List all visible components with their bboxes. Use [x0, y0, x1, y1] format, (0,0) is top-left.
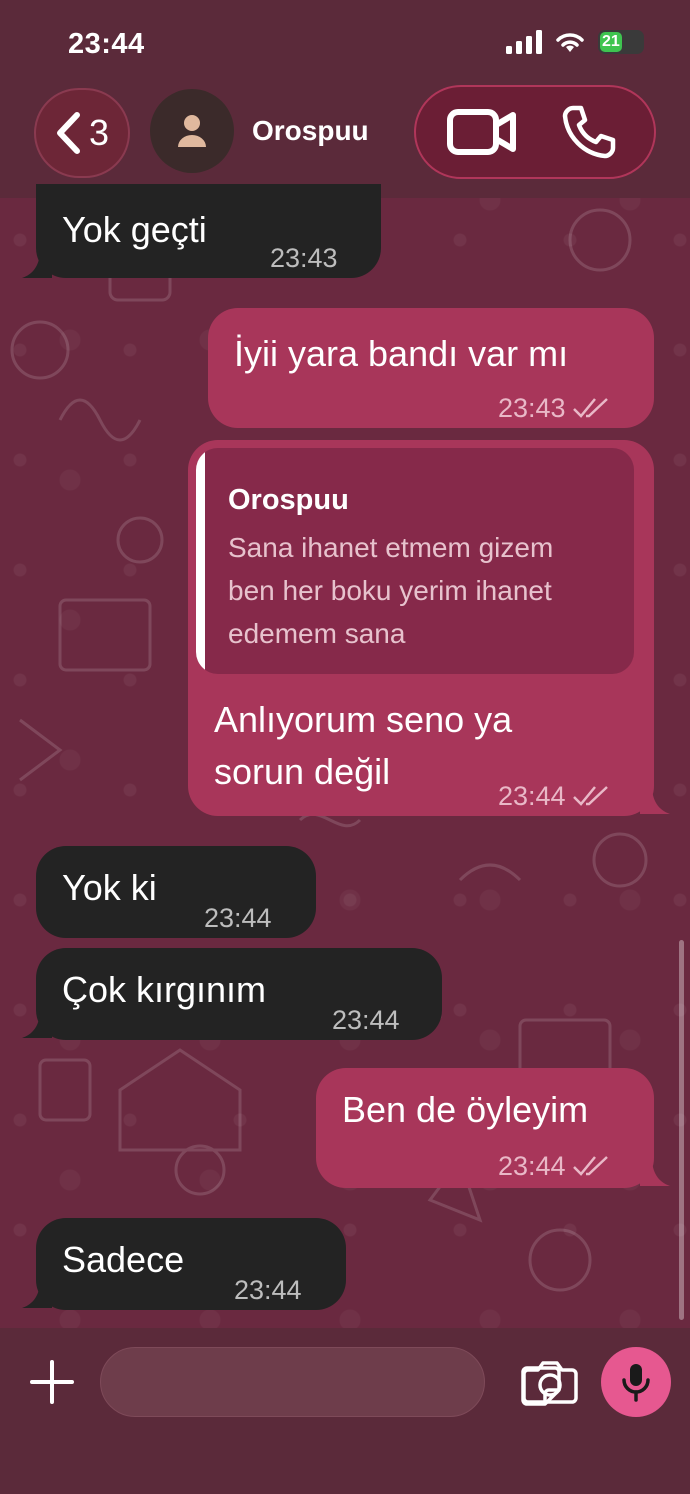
avatar[interactable]: [150, 89, 234, 173]
video-camera-icon: [446, 109, 516, 155]
message-text: İyii yara bandı var mı: [234, 333, 569, 374]
chevron-left-icon: [56, 112, 80, 154]
message-bubble-incoming[interactable]: Sadece 23:44: [36, 1218, 346, 1310]
message-bubble-outgoing[interactable]: İyii yara bandı var mı 23:43: [208, 308, 654, 428]
quoted-sender: Orospuu: [228, 484, 349, 516]
person-icon: [178, 115, 206, 147]
message-time: 23:44: [498, 1151, 566, 1181]
message-text: Çok kırgınım: [62, 969, 267, 1010]
message-bubble-outgoing[interactable]: Ben de öyleyim 23:44: [316, 1068, 654, 1188]
unread-count: 3: [88, 112, 110, 153]
bubble-tail: [22, 1010, 52, 1038]
message-time: 23:43: [498, 393, 566, 423]
status-bar: 23:44 21: [0, 0, 690, 80]
message-text: Sadece: [62, 1239, 185, 1280]
plus-icon[interactable]: [28, 1358, 76, 1406]
signal-icon: [506, 30, 542, 54]
bubble-tail: [22, 1280, 52, 1308]
message-bubble-incoming[interactable]: Çok kırgınım 23:44: [36, 948, 442, 1040]
quoted-message[interactable]: Orospuu Sana ihanet etmem gizem ben her …: [196, 448, 634, 674]
message-time: 23:44: [498, 781, 566, 811]
input-bar: [0, 1328, 690, 1494]
bubble-tail: [22, 250, 52, 278]
message-input-container: [100, 1347, 561, 1417]
read-receipt-icon: [572, 398, 608, 418]
microphone-icon: [622, 1364, 650, 1402]
wifi-icon: [556, 33, 584, 52]
quote-bar: [196, 448, 205, 674]
microphone-button[interactable]: [601, 1347, 671, 1417]
phone-icon: [562, 105, 615, 159]
scrollbar[interactable]: [679, 940, 684, 1320]
chat-header: 3 Orospuu: [0, 80, 690, 198]
back-button[interactable]: 3: [34, 88, 130, 178]
contact-name[interactable]: Orospuu: [252, 115, 369, 147]
read-receipt-icon: [572, 1156, 608, 1176]
message-time: 23:44: [234, 1275, 302, 1305]
read-receipt-icon: [572, 786, 608, 806]
status-time: 23:44: [68, 28, 145, 60]
video-call-button[interactable]: [437, 97, 527, 167]
message-bubble-incoming[interactable]: Yok ki 23:44: [36, 846, 316, 938]
voice-call-button[interactable]: [544, 97, 634, 167]
message-text: Yok geçti: [62, 209, 207, 250]
quoted-text: Sana ihanet etmem gizem ben her boku yer…: [228, 532, 554, 649]
message-text: Yok ki: [62, 867, 157, 908]
message-time: 23:44: [332, 1005, 400, 1035]
message-time: 23:44: [204, 903, 272, 933]
battery-level: 21: [602, 33, 620, 50]
call-buttons: [414, 85, 656, 179]
message-text: Anlıyorum seno ya sorun değil: [214, 699, 513, 792]
message-bubble-incoming[interactable]: Yok geçti 23:43: [36, 184, 381, 278]
camera-icon[interactable]: [522, 1358, 578, 1406]
message-time: 23:43: [270, 243, 338, 273]
bubble-tail: [640, 786, 670, 814]
message-text: Ben de öyleyim: [342, 1089, 589, 1130]
message-input[interactable]: [121, 1348, 421, 1416]
battery-icon: 21: [598, 30, 644, 54]
message-bubble-outgoing-reply[interactable]: Orospuu Sana ihanet etmem gizem ben her …: [188, 440, 654, 816]
bubble-tail: [640, 1158, 670, 1186]
